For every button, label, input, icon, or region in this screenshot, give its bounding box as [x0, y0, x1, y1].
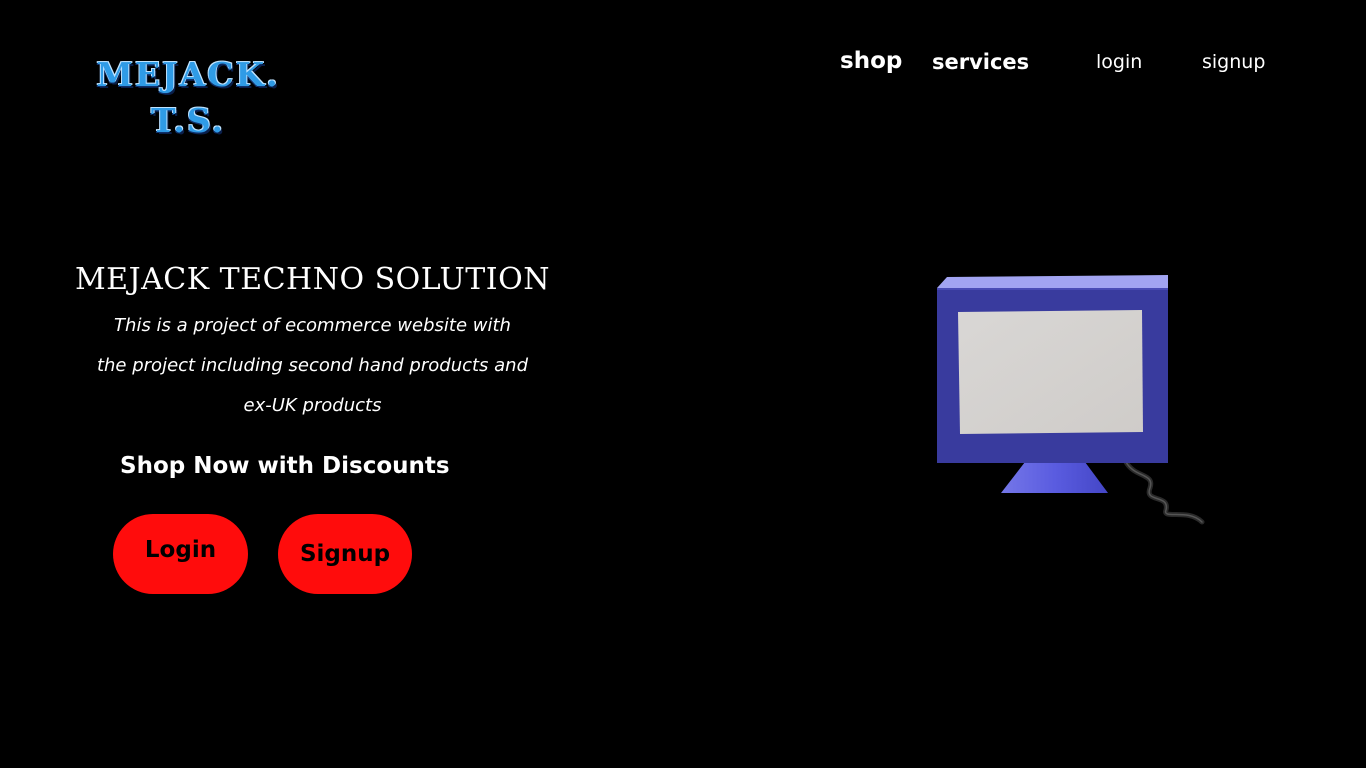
computer-monitor-icon: [937, 275, 1205, 525]
nav-link-signup[interactable]: signup: [1202, 51, 1265, 73]
nav-link-shop[interactable]: shop: [840, 48, 902, 74]
signup-button[interactable]: Signup: [278, 514, 412, 594]
hero-description-line: ex-UK products: [243, 395, 382, 416]
logo-line-2: T.S.: [151, 101, 225, 140]
login-button[interactable]: Login: [113, 514, 248, 594]
site-logo[interactable]: MEJACK. T.S.: [62, 52, 314, 144]
hero-description: This is a project of ecommerce website w…: [60, 306, 565, 426]
shop-now-heading: Shop Now with Discounts: [120, 453, 450, 479]
hero-title: MEJACK TECHNO SOLUTION: [74, 262, 551, 297]
hero-description-line: This is a project of ecommerce website w…: [114, 315, 511, 336]
logo-line-1: MEJACK.: [96, 55, 280, 94]
nav-link-services[interactable]: services: [932, 50, 1029, 74]
nav-link-login[interactable]: login: [1096, 51, 1142, 73]
hero-description-line: the project including second hand produc…: [96, 355, 529, 376]
